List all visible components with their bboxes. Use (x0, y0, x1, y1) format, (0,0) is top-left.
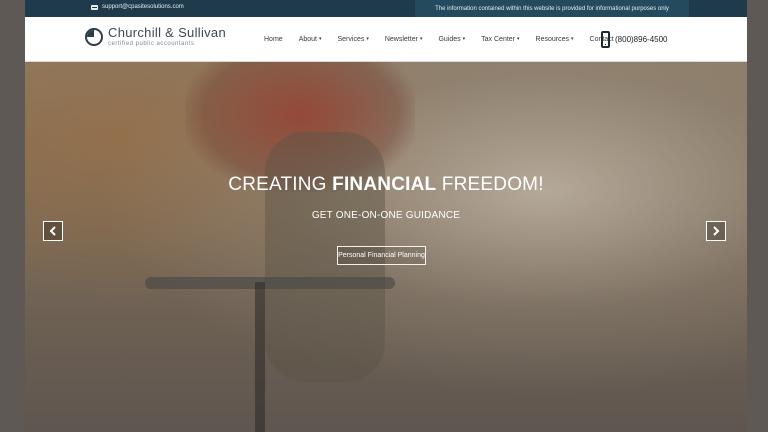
chevron-down-icon: ▾ (517, 36, 520, 42)
hero-background-handlebar (145, 277, 395, 289)
slider-prev-button[interactable] (43, 221, 63, 241)
nav-home[interactable]: Home (256, 36, 291, 43)
logo-mark-icon (85, 27, 103, 46)
slider-next-button[interactable] (706, 221, 726, 241)
mobile-phone-icon (601, 31, 610, 48)
logo-text: Churchill & Sullivan certified public ac… (108, 26, 226, 47)
hero-title: CREATING FINANCIAL FREEDOM! (25, 174, 747, 196)
nav-newsletter[interactable]: Newsletter ▾ (377, 36, 431, 43)
chevron-left-icon (49, 226, 56, 236)
mail-icon (91, 4, 98, 10)
hero-title-part1: CREATING (228, 174, 333, 195)
hero-title-part3: FREEDOM! (436, 174, 544, 195)
site-logo[interactable]: Churchill & Sullivan certified public ac… (85, 26, 226, 47)
hero-slider: CREATING FINANCIAL FREEDOM! GET ONE-ON-O… (25, 62, 747, 432)
phone-link[interactable]: (800)896-4500 (601, 31, 667, 48)
nav-services-label: Services (337, 35, 365, 43)
main-nav: Home About ▾ Services ▾ Newsletter ▾ Guides… (256, 17, 622, 61)
chevron-right-icon (713, 226, 720, 236)
disclaimer-text: The information contained within this we… (435, 5, 669, 12)
nav-tax-center[interactable]: Tax Center ▾ (473, 36, 527, 43)
page-frame: support@cpasitesolutions.com The informa… (25, 0, 747, 432)
nav-tax-center-label: Tax Center (481, 35, 516, 43)
support-email-text: support@cpasitesolutions.com (102, 4, 184, 10)
phone-number: (800)896-4500 (615, 35, 668, 44)
chevron-down-icon: ▾ (318, 36, 322, 42)
chevron-down-icon: ▾ (462, 36, 466, 42)
nav-guides-label: Guides (438, 35, 461, 43)
nav-resources[interactable]: Resources ▾ (528, 36, 582, 43)
nav-resources-label: Resources (535, 35, 569, 43)
personal-financial-planning-button[interactable]: Personal Financial Planning (337, 246, 426, 265)
nav-services[interactable]: Services ▾ (330, 36, 377, 43)
nav-guides[interactable]: Guides ▾ (430, 36, 473, 43)
hero-background-bike-frame (255, 282, 265, 432)
hero-title-part2: FINANCIAL (332, 174, 437, 195)
top-bar: support@cpasitesolutions.com The informa… (25, 0, 747, 17)
hero-subtitle: GET ONE-ON-ONE GUIDANCE (311, 210, 461, 221)
nav-home-label: Home (264, 35, 283, 43)
nav-newsletter-label: Newsletter (384, 35, 418, 43)
nav-about-label: About (298, 35, 317, 43)
main-header: Churchill & Sullivan certified public ac… (25, 17, 747, 62)
chevron-down-icon: ▾ (366, 36, 369, 42)
brand-tagline: certified public accountants (108, 41, 195, 47)
nav-about[interactable]: About ▾ (291, 36, 330, 43)
support-email-link[interactable]: support@cpasitesolutions.com (91, 4, 184, 10)
chevron-down-icon: ▾ (419, 36, 423, 42)
brand-name: Churchill & Sullivan (108, 25, 226, 40)
chevron-down-icon: ▾ (571, 36, 574, 42)
disclaimer-notice: The information contained within this we… (415, 0, 689, 17)
